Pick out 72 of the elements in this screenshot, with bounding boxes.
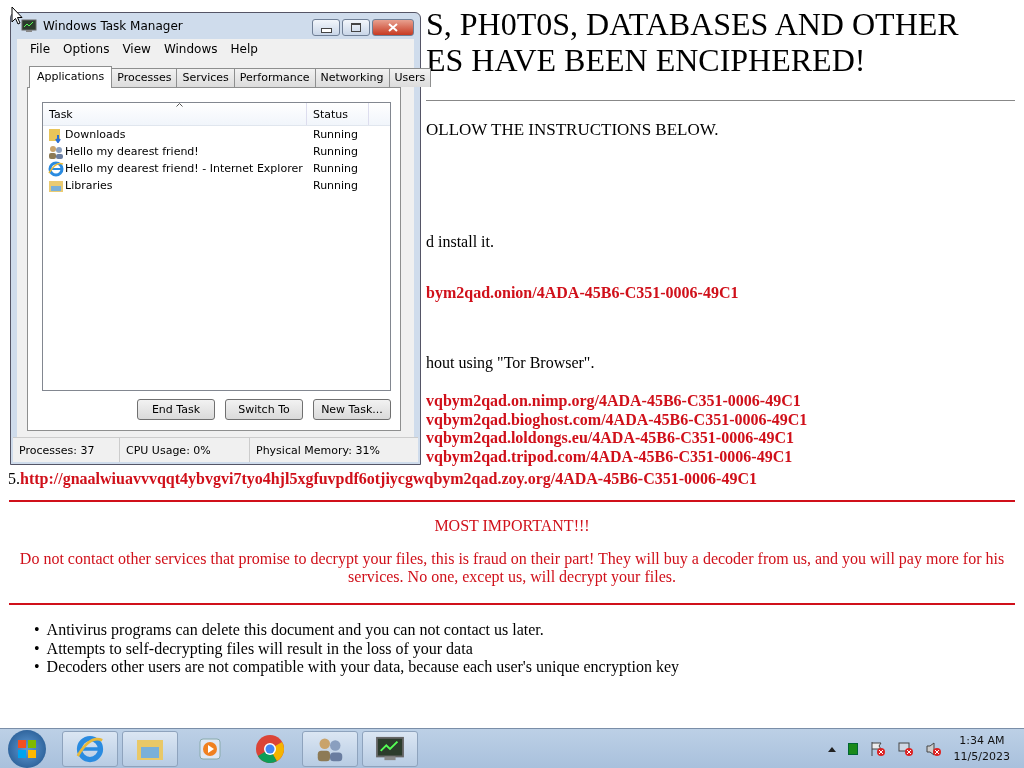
show-hidden-icons-icon[interactable] xyxy=(827,746,836,752)
menu-item[interactable]: Windows xyxy=(163,41,218,56)
heading-line: S, PH0T0S, DATABASES AND OTHER xyxy=(426,6,960,42)
action-button[interactable]: New Task... xyxy=(313,399,391,420)
task-row[interactable]: Hello my dearest friend! - Internet Explorer Running xyxy=(43,160,390,177)
clock-date[interactable]: 11/5/2023 xyxy=(953,749,1010,765)
warning-item: Attempts to self-decrypting files will result in the loss of your data xyxy=(46,639,473,658)
monitor-icon[interactable] xyxy=(362,731,418,767)
tab[interactable]: Users xyxy=(388,68,432,87)
mirror-link[interactable]: vqbym2qad.tripod.com/4ADA-45B6-C351-0006-49C1 xyxy=(426,447,793,466)
close-button[interactable] xyxy=(372,19,414,36)
menu-item[interactable]: Options xyxy=(63,41,110,56)
status-text: Processes: 37 xyxy=(13,438,120,462)
users-icon xyxy=(48,143,64,160)
action-button[interactable]: End Task xyxy=(137,399,215,420)
maximize-button[interactable] xyxy=(342,19,370,36)
action-button[interactable]: Switch To xyxy=(225,399,303,420)
network-error-icon[interactable] xyxy=(897,741,914,757)
volume-muted-icon[interactable] xyxy=(925,741,942,757)
mirror-link[interactable]: vqbym2qad.on.nimp.org/4ADA-45B6-C351-0006-49C1 xyxy=(426,392,801,411)
mirror-link[interactable]: vqbym2qad.loldongs.eu/4ADA-45B6-C351-0006-49C1 xyxy=(426,429,795,448)
task-status: Running xyxy=(312,162,359,175)
tab[interactable]: Networking xyxy=(314,68,390,87)
cursor-icon xyxy=(11,6,23,25)
bullet-marker: • xyxy=(34,621,40,640)
monitor-icon xyxy=(21,19,37,33)
menu-item[interactable]: Help xyxy=(230,41,258,56)
task-name: Hello my dearest friend! xyxy=(65,145,199,158)
important-text: Do not contact other services that promise to decrypt your files, this is fraud on their part! They will buy a decoder from us, and you will pay more for his services. No one, except us, will decrypt your files. xyxy=(18,550,1006,586)
tab[interactable]: Applications xyxy=(29,66,113,88)
task-status: Running xyxy=(312,128,359,141)
instruction-text: OLLOW THE INSTRUCTIONS BELOW. xyxy=(426,120,719,140)
column-header[interactable]: Task xyxy=(43,103,307,125)
menu-item[interactable]: View xyxy=(122,41,151,56)
bullet-marker: • xyxy=(34,658,40,677)
install-text: d install it. xyxy=(426,232,494,252)
mirror-link[interactable]: vqbym2qad.bioghost.com/4ADA-45B6-C351-0006-49C1 xyxy=(426,410,808,429)
tor-text: hout using "Tor Browser". xyxy=(426,353,595,373)
task-row[interactable]: Hello my dearest friend! Running xyxy=(43,143,390,160)
folder-icon xyxy=(48,126,64,143)
task-name: Libraries xyxy=(65,179,113,192)
bullet-marker: • xyxy=(34,639,40,658)
warning-item: Decoders other users are not compatible with your data, because each user's unique encryption key xyxy=(46,658,680,677)
status-text: CPU Usage: 0% xyxy=(120,438,250,462)
mirror-link[interactable]: http://gnaalwiuavvvqqt4ybvgvi7tyo4hjl5xgfuvpdf6otjiycgwqbym2qad.zoy.org/4ADA-45B6-C351-0006-49C1 xyxy=(20,470,757,487)
browser-e-icon[interactable] xyxy=(62,731,118,767)
task-row[interactable]: Libraries Running xyxy=(43,177,390,194)
tray-indicator-icon[interactable] xyxy=(847,743,858,755)
flag-error-icon[interactable] xyxy=(869,741,886,757)
minimize-button[interactable] xyxy=(312,19,340,36)
warning-item: Antivirus programs can delete this document and you can not contact us later. xyxy=(46,621,544,640)
windows-logo-icon xyxy=(15,737,39,761)
task-status: Running xyxy=(312,179,359,192)
browser-e-icon xyxy=(48,160,64,177)
important-title: MOST IMPORTANT!!! xyxy=(433,517,591,535)
tab[interactable]: Services xyxy=(176,68,235,87)
clock-time[interactable]: 1:34 AM xyxy=(959,733,1005,749)
task-name: Hello my dearest friend! - Internet Explorer xyxy=(65,162,303,175)
window-title: Windows Task Manager xyxy=(43,19,183,33)
tab[interactable]: Processes xyxy=(111,68,178,87)
task-status: Running xyxy=(312,145,359,158)
column-header[interactable]: Status xyxy=(307,103,369,125)
menu-item[interactable]: File xyxy=(30,41,51,56)
task-name: Downloads xyxy=(65,128,126,141)
start-button[interactable] xyxy=(8,730,46,768)
status-text: Physical Memory: 31% xyxy=(255,442,381,459)
list-number: 5. xyxy=(8,470,20,487)
close-icon xyxy=(388,23,398,32)
task-row[interactable]: Downloads Running xyxy=(43,126,390,143)
onion-link[interactable]: bym2qad.onion/4ADA-45B6-C351-0006-49C1 xyxy=(426,283,739,303)
tab[interactable]: Performance xyxy=(233,68,316,87)
sort-caret-icon xyxy=(176,103,183,107)
